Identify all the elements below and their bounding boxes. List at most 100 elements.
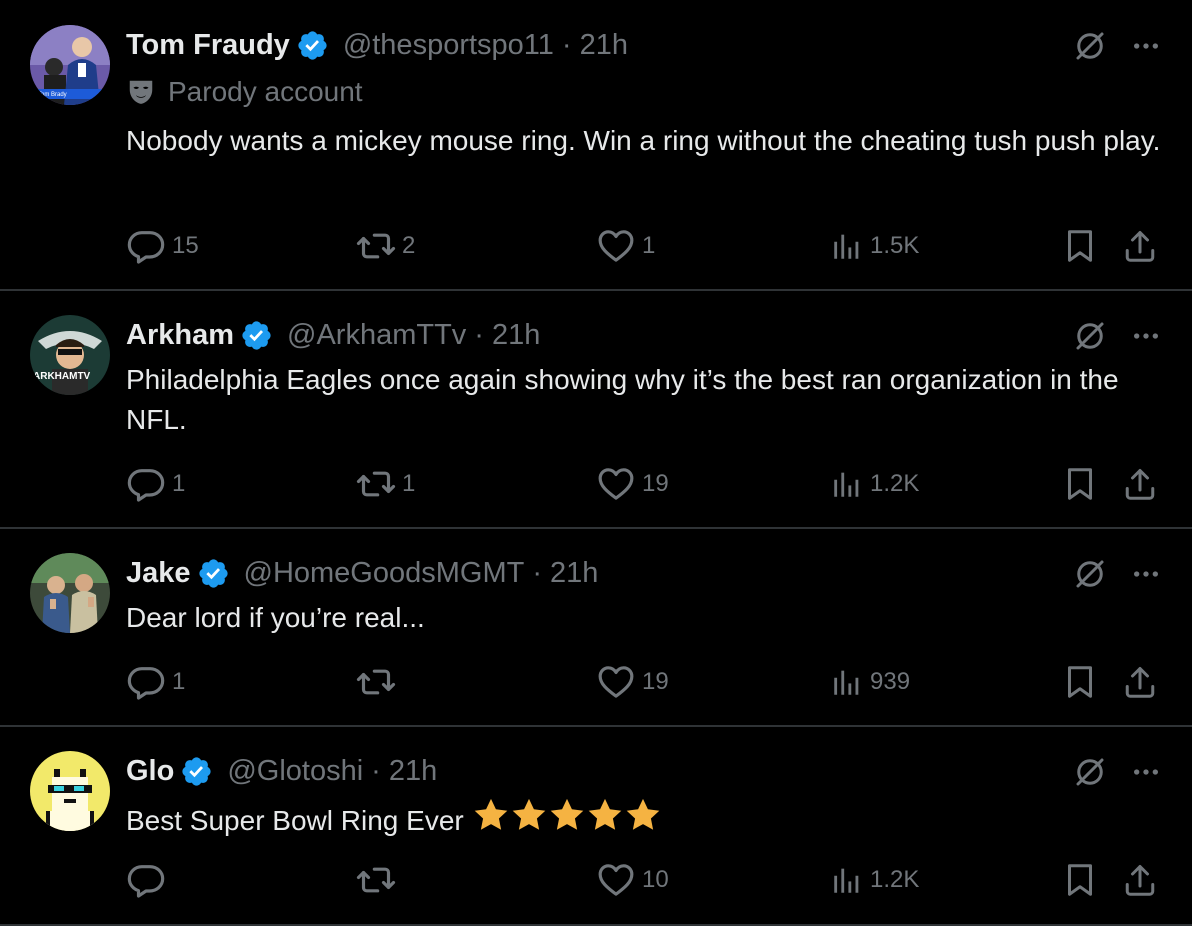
like-button[interactable]: 1 <box>596 226 655 266</box>
star-icon <box>472 796 510 834</box>
repost-button[interactable]: 1 <box>356 464 415 504</box>
tweet[interactable]: Tom Brady Tom Fraudy @thesportspo11 · 21… <box>0 0 1192 291</box>
user-handle[interactable]: @HomeGoodsMGMT <box>244 557 525 590</box>
top-icons <box>1072 556 1162 592</box>
reply-icon <box>126 464 166 504</box>
tweet[interactable]: Glo @Glotoshi · 21h Best Super Bowl Ring… <box>0 727 1192 926</box>
views-button[interactable]: 939 <box>830 662 910 702</box>
tweet-text: Philadelphia Eagles once again showing w… <box>126 364 1119 435</box>
user-handle[interactable]: @ArkhamTTv <box>287 319 466 352</box>
like-icon <box>596 464 636 504</box>
avatar-caption: Tom Brady <box>38 92 67 98</box>
repost-icon <box>356 464 396 504</box>
view-count: 1.5K <box>870 232 920 259</box>
parody-mask-icon <box>126 77 156 107</box>
share-button[interactable] <box>1122 464 1164 504</box>
avatar[interactable] <box>30 751 110 831</box>
tweet-header: Arkham @ArkhamTTv · 21h <box>126 318 540 352</box>
grok-slash-icon[interactable] <box>1072 556 1108 592</box>
grok-slash-icon[interactable] <box>1072 28 1108 64</box>
timestamp[interactable]: 21h <box>580 29 628 62</box>
more-icon[interactable] <box>1130 30 1162 62</box>
avatar[interactable]: Tom Brady <box>30 25 110 105</box>
timestamp[interactable]: 21h <box>389 755 437 788</box>
share-button[interactable] <box>1122 860 1164 900</box>
verified-badge-icon <box>240 319 273 352</box>
views-button[interactable]: 1.2K <box>830 860 919 900</box>
like-button[interactable]: 19 <box>596 662 669 702</box>
action-bar: 1 19 939 <box>126 662 1166 702</box>
more-icon[interactable] <box>1130 320 1162 352</box>
like-count: 19 <box>642 470 669 497</box>
tweet[interactable]: Jake @HomeGoodsMGMT · 21h Dear lord if y… <box>0 529 1192 727</box>
like-button[interactable]: 10 <box>596 860 669 900</box>
parody-text: Parody account <box>168 76 363 107</box>
user-handle[interactable]: @Glotoshi <box>227 755 363 788</box>
bookmark-button[interactable] <box>1062 226 1104 266</box>
share-icon <box>1122 466 1158 502</box>
repost-button[interactable] <box>356 860 402 900</box>
display-name[interactable]: Jake <box>126 557 191 590</box>
share-button[interactable] <box>1122 226 1164 266</box>
like-count: 1 <box>642 232 656 259</box>
share-icon <box>1122 862 1158 898</box>
bookmark-icon <box>1062 664 1098 700</box>
separator-dot: · <box>474 318 484 351</box>
grok-slash-icon[interactable] <box>1072 754 1108 790</box>
timestamp[interactable]: 21h <box>492 319 540 352</box>
views-icon <box>830 665 864 699</box>
star-emojis <box>472 796 662 845</box>
reply-button[interactable]: 1 <box>126 662 185 702</box>
avatar[interactable]: ARKHAMTV <box>30 315 110 395</box>
reply-icon <box>126 226 166 266</box>
share-button[interactable] <box>1122 662 1164 702</box>
reply-button[interactable]: 15 <box>126 226 199 266</box>
repost-icon <box>356 662 396 702</box>
views-button[interactable]: 1.2K <box>830 464 919 504</box>
grok-slash-icon[interactable] <box>1072 318 1108 354</box>
repost-count: 1 <box>402 470 416 497</box>
top-icons <box>1072 754 1162 790</box>
reply-icon <box>126 860 166 900</box>
tweet[interactable]: ARKHAMTV Arkham @ArkhamTTv · 21h Philade… <box>0 291 1192 529</box>
separator-dot: · <box>371 754 381 787</box>
views-button[interactable]: 1.5K <box>830 226 919 266</box>
star-icon <box>586 796 624 834</box>
bookmark-icon <box>1062 228 1098 264</box>
star-icon <box>548 796 586 834</box>
views-icon <box>830 229 864 263</box>
like-count: 19 <box>642 668 669 695</box>
repost-button[interactable]: 2 <box>356 226 415 266</box>
like-icon <box>596 226 636 266</box>
bookmark-button[interactable] <box>1062 662 1104 702</box>
tweet-text: Nobody wants a mickey mouse ring. Win a … <box>126 125 1161 156</box>
tweet-header: Jake @HomeGoodsMGMT · 21h <box>126 556 598 590</box>
star-icon <box>510 796 548 834</box>
more-icon[interactable] <box>1130 756 1162 788</box>
like-button[interactable]: 19 <box>596 464 669 504</box>
repost-count: 2 <box>402 232 416 259</box>
timestamp[interactable]: 21h <box>550 557 598 590</box>
repost-icon <box>356 226 396 266</box>
views-icon <box>830 467 864 501</box>
view-count: 1.2K <box>870 470 920 497</box>
display-name[interactable]: Glo <box>126 755 174 788</box>
separator-dot: · <box>561 28 572 61</box>
user-handle[interactable]: @thesportspo11 <box>343 29 554 62</box>
display-name[interactable]: Arkham <box>126 319 234 352</box>
bookmark-button[interactable] <box>1062 464 1104 504</box>
view-count: 1.2K <box>870 866 920 893</box>
display-name[interactable]: Tom Fraudy <box>126 29 290 62</box>
tweet-text: Best Super Bowl Ring Ever <box>126 804 464 836</box>
action-bar: 10 1.2K <box>126 860 1166 900</box>
views-icon <box>830 863 864 897</box>
share-icon <box>1122 664 1158 700</box>
bookmark-button[interactable] <box>1062 860 1104 900</box>
reply-button[interactable] <box>126 860 172 900</box>
avatar[interactable] <box>30 553 110 633</box>
reply-button[interactable]: 1 <box>126 464 185 504</box>
view-count: 939 <box>870 668 911 695</box>
share-icon <box>1122 228 1158 264</box>
repost-button[interactable] <box>356 662 402 702</box>
more-icon[interactable] <box>1130 558 1162 590</box>
